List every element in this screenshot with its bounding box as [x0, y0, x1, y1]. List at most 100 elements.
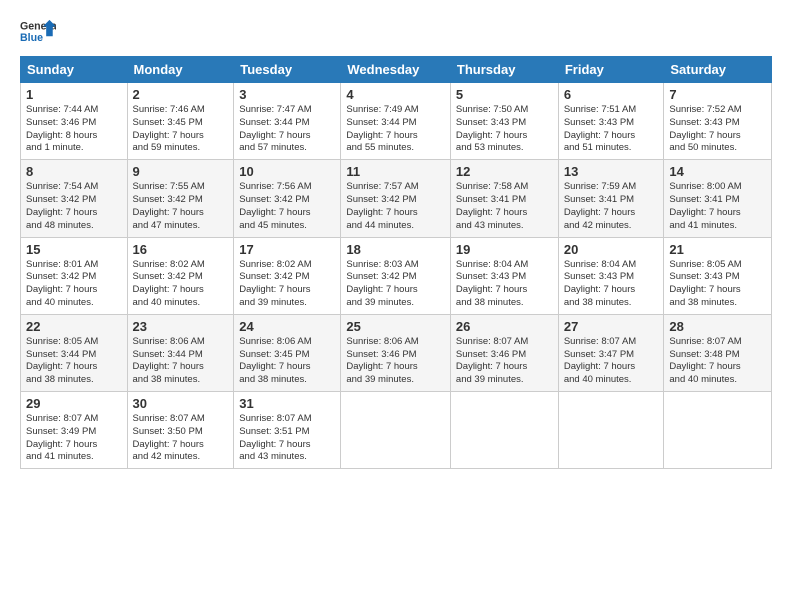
- day-cell: 30 Sunrise: 8:07 AMSunset: 3:50 PMDayligh…: [127, 392, 234, 469]
- week-row-4: 22 Sunrise: 8:05 AMSunset: 3:44 PMDayligh…: [21, 314, 772, 391]
- day-cell: 6 Sunrise: 7:51 AMSunset: 3:43 PMDaylight…: [558, 83, 664, 160]
- page: General Blue SundayMondayTuesdayWednesda…: [0, 0, 792, 479]
- day-info: Sunrise: 7:46 AMSunset: 3:45 PMDaylight:…: [133, 104, 229, 155]
- day-info: Sunrise: 8:07 AMSunset: 3:50 PMDaylight:…: [133, 413, 229, 464]
- day-number: 7: [669, 87, 766, 102]
- day-number: 30: [133, 396, 229, 411]
- day-cell: 11 Sunrise: 7:57 AMSunset: 3:42 PMDayligh…: [341, 160, 451, 237]
- day-number: 4: [346, 87, 445, 102]
- header: General Blue: [20, 18, 772, 48]
- day-cell: 21 Sunrise: 8:05 AMSunset: 3:43 PMDayligh…: [664, 237, 772, 314]
- day-number: 21: [669, 242, 766, 257]
- day-cell: 15 Sunrise: 8:01 AMSunset: 3:42 PMDayligh…: [21, 237, 128, 314]
- day-info: Sunrise: 8:04 AMSunset: 3:43 PMDaylight:…: [456, 259, 553, 310]
- day-cell: [664, 392, 772, 469]
- day-info: Sunrise: 7:47 AMSunset: 3:44 PMDaylight:…: [239, 104, 335, 155]
- day-info: Sunrise: 8:06 AMSunset: 3:44 PMDaylight:…: [133, 336, 229, 387]
- day-number: 19: [456, 242, 553, 257]
- day-cell: 22 Sunrise: 8:05 AMSunset: 3:44 PMDayligh…: [21, 314, 128, 391]
- day-info: Sunrise: 7:50 AMSunset: 3:43 PMDaylight:…: [456, 104, 553, 155]
- day-cell: 7 Sunrise: 7:52 AMSunset: 3:43 PMDaylight…: [664, 83, 772, 160]
- day-info: Sunrise: 8:07 AMSunset: 3:47 PMDaylight:…: [564, 336, 659, 387]
- day-cell: [341, 392, 451, 469]
- day-number: 18: [346, 242, 445, 257]
- day-cell: 23 Sunrise: 8:06 AMSunset: 3:44 PMDayligh…: [127, 314, 234, 391]
- col-header-saturday: Saturday: [664, 57, 772, 83]
- day-info: Sunrise: 8:05 AMSunset: 3:43 PMDaylight:…: [669, 259, 766, 310]
- day-number: 31: [239, 396, 335, 411]
- day-info: Sunrise: 7:54 AMSunset: 3:42 PMDaylight:…: [26, 181, 122, 232]
- svg-text:Blue: Blue: [20, 32, 43, 44]
- day-cell: 29 Sunrise: 8:07 AMSunset: 3:49 PMDayligh…: [21, 392, 128, 469]
- day-cell: 8 Sunrise: 7:54 AMSunset: 3:42 PMDaylight…: [21, 160, 128, 237]
- col-header-monday: Monday: [127, 57, 234, 83]
- day-cell: [558, 392, 664, 469]
- day-number: 25: [346, 319, 445, 334]
- day-number: 12: [456, 164, 553, 179]
- day-number: 28: [669, 319, 766, 334]
- day-info: Sunrise: 7:56 AMSunset: 3:42 PMDaylight:…: [239, 181, 335, 232]
- header-row: SundayMondayTuesdayWednesdayThursdayFrid…: [21, 57, 772, 83]
- day-info: Sunrise: 8:07 AMSunset: 3:46 PMDaylight:…: [456, 336, 553, 387]
- day-cell: 14Sunrise: 8:00 AMSunset: 3:41 PMDayligh…: [664, 160, 772, 237]
- day-number: 2: [133, 87, 229, 102]
- day-info: Sunrise: 8:00 AMSunset: 3:41 PMDaylight:…: [669, 181, 766, 232]
- day-cell: 5 Sunrise: 7:50 AMSunset: 3:43 PMDaylight…: [450, 83, 558, 160]
- day-number: 22: [26, 319, 122, 334]
- col-header-wednesday: Wednesday: [341, 57, 451, 83]
- day-info: Sunrise: 7:44 AMSunset: 3:46 PMDaylight:…: [26, 104, 122, 155]
- day-number: 16: [133, 242, 229, 257]
- day-number: 6: [564, 87, 659, 102]
- day-number: 8: [26, 164, 122, 179]
- week-row-2: 8 Sunrise: 7:54 AMSunset: 3:42 PMDaylight…: [21, 160, 772, 237]
- day-info: Sunrise: 7:58 AMSunset: 3:41 PMDaylight:…: [456, 181, 553, 232]
- day-cell: 31 Sunrise: 8:07 AMSunset: 3:51 PMDayligh…: [234, 392, 341, 469]
- day-cell: 16 Sunrise: 8:02 AMSunset: 3:42 PMDayligh…: [127, 237, 234, 314]
- day-info: Sunrise: 7:59 AMSunset: 3:41 PMDaylight:…: [564, 181, 659, 232]
- day-number: 26: [456, 319, 553, 334]
- day-info: Sunrise: 7:51 AMSunset: 3:43 PMDaylight:…: [564, 104, 659, 155]
- day-number: 23: [133, 319, 229, 334]
- day-number: 13: [564, 164, 659, 179]
- day-number: 5: [456, 87, 553, 102]
- day-info: Sunrise: 7:52 AMSunset: 3:43 PMDaylight:…: [669, 104, 766, 155]
- day-number: 15: [26, 242, 122, 257]
- day-cell: 25 Sunrise: 8:06 AMSunset: 3:46 PMDayligh…: [341, 314, 451, 391]
- week-row-1: 1 Sunrise: 7:44 AMSunset: 3:46 PMDaylight…: [21, 83, 772, 160]
- day-cell: 17 Sunrise: 8:02 AMSunset: 3:42 PMDayligh…: [234, 237, 341, 314]
- day-number: 17: [239, 242, 335, 257]
- day-cell: 28 Sunrise: 8:07 AMSunset: 3:48 PMDayligh…: [664, 314, 772, 391]
- day-cell: 27Sunrise: 8:07 AMSunset: 3:47 PMDayligh…: [558, 314, 664, 391]
- day-info: Sunrise: 8:06 AMSunset: 3:45 PMDaylight:…: [239, 336, 335, 387]
- day-number: 29: [26, 396, 122, 411]
- day-cell: 18Sunrise: 8:03 AMSunset: 3:42 PMDayligh…: [341, 237, 451, 314]
- day-info: Sunrise: 8:05 AMSunset: 3:44 PMDaylight:…: [26, 336, 122, 387]
- day-info: Sunrise: 8:07 AMSunset: 3:51 PMDaylight:…: [239, 413, 335, 464]
- day-number: 1: [26, 87, 122, 102]
- day-number: 10: [239, 164, 335, 179]
- logo-icon: General Blue: [20, 18, 56, 48]
- day-cell: 26 Sunrise: 8:07 AMSunset: 3:46 PMDayligh…: [450, 314, 558, 391]
- day-info: Sunrise: 8:01 AMSunset: 3:42 PMDaylight:…: [26, 259, 122, 310]
- day-info: Sunrise: 7:57 AMSunset: 3:42 PMDaylight:…: [346, 181, 445, 232]
- day-info: Sunrise: 7:49 AMSunset: 3:44 PMDaylight:…: [346, 104, 445, 155]
- day-cell: 9Sunrise: 7:55 AMSunset: 3:42 PMDaylight…: [127, 160, 234, 237]
- day-number: 20: [564, 242, 659, 257]
- day-cell: 13 Sunrise: 7:59 AMSunset: 3:41 PMDayligh…: [558, 160, 664, 237]
- week-row-5: 29 Sunrise: 8:07 AMSunset: 3:49 PMDayligh…: [21, 392, 772, 469]
- col-header-tuesday: Tuesday: [234, 57, 341, 83]
- day-info: Sunrise: 8:02 AMSunset: 3:42 PMDaylight:…: [239, 259, 335, 310]
- day-info: Sunrise: 8:02 AMSunset: 3:42 PMDaylight:…: [133, 259, 229, 310]
- day-info: Sunrise: 8:06 AMSunset: 3:46 PMDaylight:…: [346, 336, 445, 387]
- day-cell: 4 Sunrise: 7:49 AMSunset: 3:44 PMDaylight…: [341, 83, 451, 160]
- day-number: 24: [239, 319, 335, 334]
- day-info: Sunrise: 8:07 AMSunset: 3:49 PMDaylight:…: [26, 413, 122, 464]
- day-cell: 3Sunrise: 7:47 AMSunset: 3:44 PMDaylight…: [234, 83, 341, 160]
- day-number: 11: [346, 164, 445, 179]
- day-cell: 1 Sunrise: 7:44 AMSunset: 3:46 PMDaylight…: [21, 83, 128, 160]
- day-info: Sunrise: 8:07 AMSunset: 3:48 PMDaylight:…: [669, 336, 766, 387]
- day-cell: 2 Sunrise: 7:46 AMSunset: 3:45 PMDaylight…: [127, 83, 234, 160]
- day-cell: 24 Sunrise: 8:06 AMSunset: 3:45 PMDayligh…: [234, 314, 341, 391]
- day-number: 9: [133, 164, 229, 179]
- col-header-sunday: Sunday: [21, 57, 128, 83]
